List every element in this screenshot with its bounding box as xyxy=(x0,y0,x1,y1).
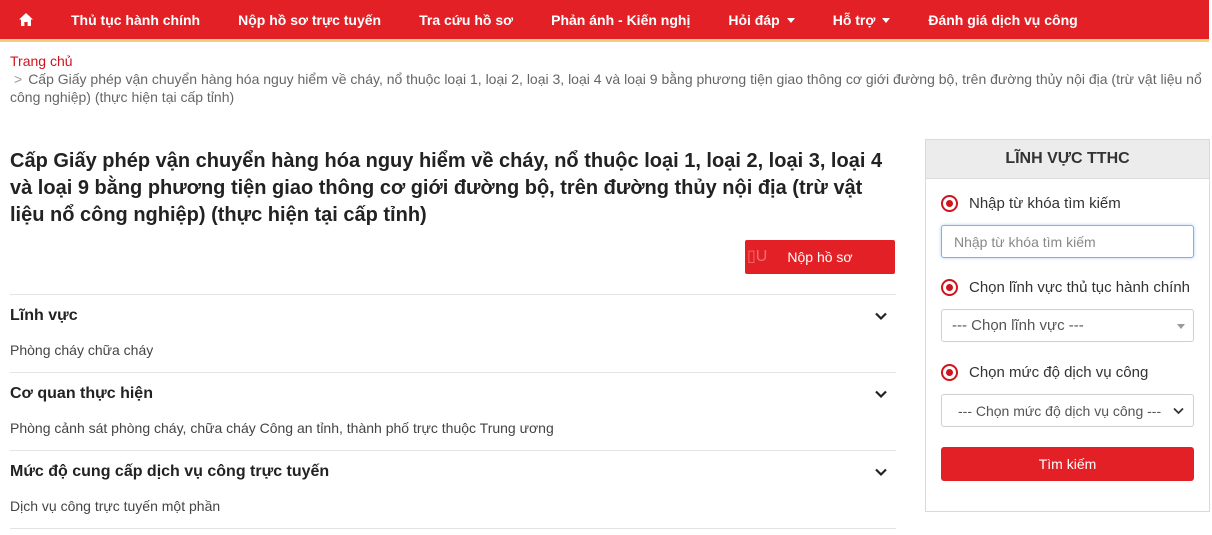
nav-item-label: Đánh giá dịch vụ công xyxy=(928,11,1078,28)
chevron-down-icon[interactable] xyxy=(874,309,888,323)
field-select[interactable]: --- Chọn lĩnh vực --- xyxy=(941,309,1194,342)
submit-dossier-label: Nộp hồ sơ xyxy=(787,249,853,265)
level-radio-option[interactable]: Chọn mức độ dịch vụ công xyxy=(941,364,1148,381)
breadcrumb-separator: > xyxy=(14,71,23,87)
nav-item-tra-cuu-ho-so[interactable]: Tra cứu hồ sơ xyxy=(400,0,532,39)
breadcrumb-home-link[interactable]: Trang chủ xyxy=(10,52,1205,70)
section-value: Phòng cảnh sát phòng cháy, chữa cháy Côn… xyxy=(10,420,554,436)
nav-item-nop-ho-so-truc-tuyen[interactable]: Nộp hồ sơ trực tuyến xyxy=(219,0,400,39)
breadcrumb-current-label: Cấp Giấy phép vận chuyển hàng hóa nguy h… xyxy=(10,71,1202,105)
caret-down-icon xyxy=(882,18,891,23)
radio-selected-icon[interactable] xyxy=(941,195,958,212)
section-value: Phòng cháy chữa cháy xyxy=(10,342,154,358)
sidebar-search-panel: LĨNH VỰC TTHC Nhập từ khóa tìm kiếm Chọn… xyxy=(925,139,1210,512)
nav-item-label: Thủ tục hành chính xyxy=(71,11,201,28)
procedure-sections: Lĩnh vực Phòng cháy chữa cháy Cơ quan th… xyxy=(10,294,896,529)
section-value: Dịch vụ công trực tuyến một phần xyxy=(10,498,221,514)
dropdown-arrow-icon xyxy=(1177,324,1185,329)
section-heading: Mức độ cung cấp dịch vụ công trực tuyến xyxy=(10,463,330,480)
chevron-down-icon[interactable] xyxy=(874,465,888,479)
section-heading: Cơ quan thực hiện xyxy=(10,385,153,402)
keyword-radio-option[interactable]: Nhập từ khóa tìm kiếm xyxy=(941,195,1121,212)
section-heading: Lĩnh vực xyxy=(10,307,78,324)
home-icon xyxy=(19,13,33,26)
chevron-down-icon xyxy=(1173,407,1184,415)
service-level-select-value: --- Chọn mức độ dịch vụ công --- xyxy=(958,402,1162,419)
page-title: Cấp Giấy phép vận chuyển hàng hóa nguy h… xyxy=(10,150,883,226)
chevron-down-icon[interactable] xyxy=(874,387,888,401)
submit-dossier-button[interactable]: ▯U Nộp hồ sơ xyxy=(745,240,895,274)
radio-selected-icon[interactable] xyxy=(941,279,958,296)
caret-down-icon xyxy=(786,18,795,23)
sidebar-title: LĨNH VỰC TTHC xyxy=(926,140,1209,179)
home-button[interactable] xyxy=(0,0,52,39)
service-level-select[interactable]: --- Chọn mức độ dịch vụ công --- xyxy=(941,394,1194,427)
section-linh-vuc[interactable]: Lĩnh vực Phòng cháy chữa cháy xyxy=(10,294,896,372)
nav-item-phan-anh-kien-nghi[interactable]: Phản ánh - Kiến nghị xyxy=(532,0,709,39)
divider xyxy=(10,528,896,529)
nav-item-label: Phản ánh - Kiến nghị xyxy=(551,11,691,28)
nav-item-label: Hỗ trợ xyxy=(832,11,876,28)
section-muc-do-dich-vu-cong[interactable]: Mức độ cung cấp dịch vụ công trực tuyến … xyxy=(10,450,896,528)
nav-item-label: Nộp hồ sơ trực tuyến xyxy=(238,11,382,28)
nav-item-label: Hỏi đáp xyxy=(728,11,780,28)
keyword-radio-label: Nhập từ khóa tìm kiếm xyxy=(969,195,1121,212)
breadcrumb: Trang chủ > Cấp Giấy phép vận chuyển hàng… xyxy=(10,52,1205,106)
procedure-detail: Cấp Giấy phép vận chuyển hàng hóa nguy h… xyxy=(10,148,896,529)
search-button-label: Tìm kiếm xyxy=(1038,456,1097,472)
watermark-icon: ▯U xyxy=(747,248,768,265)
field-radio-label: Chọn lĩnh vực thủ tục hành chính xyxy=(969,279,1191,296)
radio-selected-icon[interactable] xyxy=(941,364,958,381)
breadcrumb-current: > Cấp Giấy phép vận chuyển hàng hóa nguy … xyxy=(10,70,1205,106)
nav-item-label: Tra cứu hồ sơ xyxy=(419,11,514,28)
keyword-search-input[interactable] xyxy=(941,225,1194,258)
nav-item-hoi-dap[interactable]: Hỏi đáp xyxy=(709,0,813,39)
field-radio-option[interactable]: Chọn lĩnh vực thủ tục hành chính xyxy=(941,279,1190,296)
top-navigation-bar: Thủ tục hành chính Nộp hồ sơ trực tuyến … xyxy=(0,0,1209,42)
search-button[interactable]: Tìm kiếm xyxy=(941,447,1194,481)
nav-item-danh-gia-dich-vu-cong[interactable]: Đánh giá dịch vụ công xyxy=(909,0,1096,39)
nav-item-ho-tro[interactable]: Hỗ trợ xyxy=(814,0,910,39)
level-radio-label: Chọn mức độ dịch vụ công xyxy=(969,364,1149,381)
nav-item-thu-tuc-hanh-chinh[interactable]: Thủ tục hành chính xyxy=(52,0,219,39)
section-co-quan-thuc-hien[interactable]: Cơ quan thực hiện Phòng cảnh sát phòng c… xyxy=(10,372,896,450)
field-select-value: --- Chọn lĩnh vực --- xyxy=(952,317,1084,334)
